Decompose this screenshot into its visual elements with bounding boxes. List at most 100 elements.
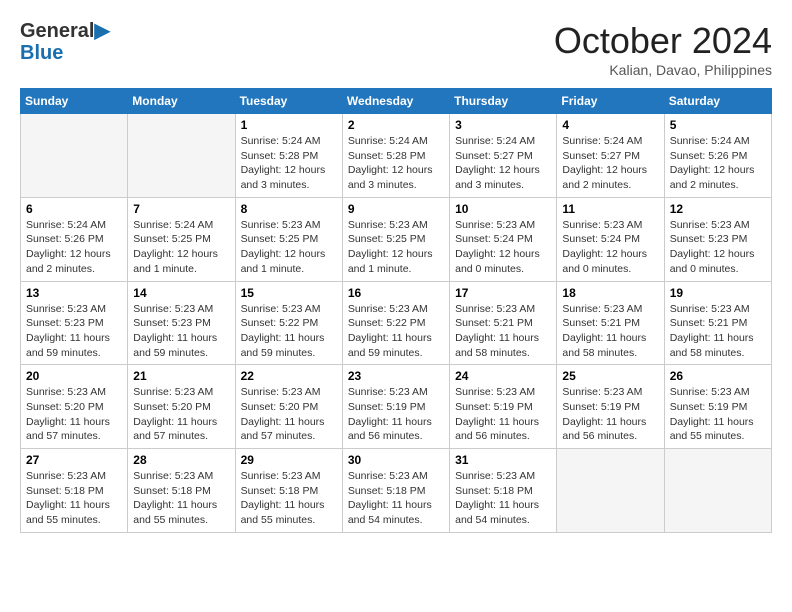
day-number: 21 [133, 369, 229, 383]
cell-info: Sunrise: 5:23 AM Sunset: 5:18 PM Dayligh… [26, 469, 122, 528]
day-number: 30 [348, 453, 444, 467]
cell-info: Sunrise: 5:23 AM Sunset: 5:18 PM Dayligh… [241, 469, 337, 528]
calendar-cell: 13Sunrise: 5:23 AM Sunset: 5:23 PM Dayli… [21, 281, 128, 365]
cell-info: Sunrise: 5:23 AM Sunset: 5:25 PM Dayligh… [348, 218, 444, 277]
day-number: 14 [133, 286, 229, 300]
calendar-cell [21, 114, 128, 198]
cell-info: Sunrise: 5:23 AM Sunset: 5:19 PM Dayligh… [670, 385, 766, 444]
calendar-cell: 23 Sunrise: 5:23 AM Sunset: 5:19 PM Dayli… [342, 365, 449, 449]
weekday-saturday: Saturday [664, 89, 771, 114]
calendar-cell: 3 Sunrise: 5:24 AM Sunset: 5:27 PM Daylig… [450, 114, 557, 198]
calendar-cell: 17Sunrise: 5:23 AM Sunset: 5:21 PM Dayli… [450, 281, 557, 365]
cell-info: Sunrise: 5:23 AM Sunset: 5:21 PM Dayligh… [455, 302, 551, 361]
cell-info: Sunrise: 5:23 AM Sunset: 5:23 PM Dayligh… [133, 302, 229, 361]
day-number: 28 [133, 453, 229, 467]
day-number: 26 [670, 369, 766, 383]
cell-info: Sunrise: 5:23 AM Sunset: 5:19 PM Dayligh… [562, 385, 658, 444]
calendar-cell: 18 Sunrise: 5:23 AM Sunset: 5:21 PM Dayli… [557, 281, 664, 365]
calendar-cell [557, 449, 664, 533]
day-number: 2 [348, 118, 444, 132]
day-number: 5 [670, 118, 766, 132]
day-number: 24 [455, 369, 551, 383]
day-number: 16 [348, 286, 444, 300]
calendar-cell: 7 Sunrise: 5:24 AM Sunset: 5:25 PM Daylig… [128, 197, 235, 281]
weekday-thursday: Thursday [450, 89, 557, 114]
weekday-tuesday: Tuesday [235, 89, 342, 114]
day-number: 9 [348, 202, 444, 216]
calendar-table: SundayMondayTuesdayWednesdayThursdayFrid… [20, 88, 772, 533]
calendar-cell: 5Sunrise: 5:24 AM Sunset: 5:26 PM Daylig… [664, 114, 771, 198]
calendar-cell: 31 Sunrise: 5:23 AM Sunset: 5:18 PM Dayli… [450, 449, 557, 533]
weekday-wednesday: Wednesday [342, 89, 449, 114]
day-number: 3 [455, 118, 551, 132]
cell-info: Sunrise: 5:24 AM Sunset: 5:25 PM Dayligh… [133, 218, 229, 277]
calendar-cell: 26 Sunrise: 5:23 AM Sunset: 5:19 PM Dayli… [664, 365, 771, 449]
calendar-cell [128, 114, 235, 198]
calendar-cell: 2 Sunrise: 5:24 AM Sunset: 5:28 PM Daylig… [342, 114, 449, 198]
logo-blue: Blue [20, 42, 110, 64]
calendar-cell: 15Sunrise: 5:23 AM Sunset: 5:22 PM Dayli… [235, 281, 342, 365]
calendar-cell: 16 Sunrise: 5:23 AM Sunset: 5:22 PM Dayli… [342, 281, 449, 365]
weekday-header-row: SundayMondayTuesdayWednesdayThursdayFrid… [21, 89, 772, 114]
week-row-2: 6 Sunrise: 5:24 AM Sunset: 5:26 PM Daylig… [21, 197, 772, 281]
calendar-cell: 11 Sunrise: 5:23 AM Sunset: 5:24 PM Dayli… [557, 197, 664, 281]
calendar-cell: 28 Sunrise: 5:23 AM Sunset: 5:18 PM Dayli… [128, 449, 235, 533]
cell-info: Sunrise: 5:23 AM Sunset: 5:19 PM Dayligh… [348, 385, 444, 444]
calendar-cell: 29 Sunrise: 5:23 AM Sunset: 5:18 PM Dayli… [235, 449, 342, 533]
cell-info: Sunrise: 5:23 AM Sunset: 5:24 PM Dayligh… [562, 218, 658, 277]
logo: General▶ Blue [20, 20, 110, 64]
calendar-cell: 21Sunrise: 5:23 AM Sunset: 5:20 PM Dayli… [128, 365, 235, 449]
calendar-cell: 4Sunrise: 5:24 AM Sunset: 5:27 PM Daylig… [557, 114, 664, 198]
day-number: 11 [562, 202, 658, 216]
day-number: 23 [348, 369, 444, 383]
day-number: 15 [241, 286, 337, 300]
cell-info: Sunrise: 5:23 AM Sunset: 5:22 PM Dayligh… [348, 302, 444, 361]
week-row-4: 20 Sunrise: 5:23 AM Sunset: 5:20 PM Dayli… [21, 365, 772, 449]
calendar-cell: 10Sunrise: 5:23 AM Sunset: 5:24 PM Dayli… [450, 197, 557, 281]
calendar-body: 1 Sunrise: 5:24 AM Sunset: 5:28 PM Daylig… [21, 114, 772, 533]
cell-info: Sunrise: 5:23 AM Sunset: 5:18 PM Dayligh… [133, 469, 229, 528]
month-title: October 2024 [554, 20, 772, 62]
cell-info: Sunrise: 5:23 AM Sunset: 5:18 PM Dayligh… [455, 469, 551, 528]
cell-info: Sunrise: 5:23 AM Sunset: 5:23 PM Dayligh… [670, 218, 766, 277]
week-row-3: 13Sunrise: 5:23 AM Sunset: 5:23 PM Dayli… [21, 281, 772, 365]
calendar-cell: 9 Sunrise: 5:23 AM Sunset: 5:25 PM Daylig… [342, 197, 449, 281]
day-number: 31 [455, 453, 551, 467]
day-number: 7 [133, 202, 229, 216]
calendar-cell: 24Sunrise: 5:23 AM Sunset: 5:19 PM Dayli… [450, 365, 557, 449]
cell-info: Sunrise: 5:23 AM Sunset: 5:20 PM Dayligh… [241, 385, 337, 444]
weekday-monday: Monday [128, 89, 235, 114]
calendar-cell: 12 Sunrise: 5:23 AM Sunset: 5:23 PM Dayli… [664, 197, 771, 281]
cell-info: Sunrise: 5:23 AM Sunset: 5:24 PM Dayligh… [455, 218, 551, 277]
day-number: 4 [562, 118, 658, 132]
calendar-cell: 25 Sunrise: 5:23 AM Sunset: 5:19 PM Dayli… [557, 365, 664, 449]
calendar-cell: 6 Sunrise: 5:24 AM Sunset: 5:26 PM Daylig… [21, 197, 128, 281]
cell-info: Sunrise: 5:23 AM Sunset: 5:21 PM Dayligh… [562, 302, 658, 361]
cell-info: Sunrise: 5:24 AM Sunset: 5:27 PM Dayligh… [455, 134, 551, 193]
calendar-cell: 20 Sunrise: 5:23 AM Sunset: 5:20 PM Dayli… [21, 365, 128, 449]
calendar-cell [664, 449, 771, 533]
cell-info: Sunrise: 5:24 AM Sunset: 5:26 PM Dayligh… [26, 218, 122, 277]
day-number: 18 [562, 286, 658, 300]
cell-info: Sunrise: 5:23 AM Sunset: 5:23 PM Dayligh… [26, 302, 122, 361]
location-subtitle: Kalian, Davao, Philippines [554, 62, 772, 78]
calendar-cell: 8Sunrise: 5:23 AM Sunset: 5:25 PM Daylig… [235, 197, 342, 281]
cell-info: Sunrise: 5:23 AM Sunset: 5:25 PM Dayligh… [241, 218, 337, 277]
calendar-cell: 27 Sunrise: 5:23 AM Sunset: 5:18 PM Dayli… [21, 449, 128, 533]
cell-info: Sunrise: 5:23 AM Sunset: 5:18 PM Dayligh… [348, 469, 444, 528]
day-number: 12 [670, 202, 766, 216]
day-number: 22 [241, 369, 337, 383]
day-number: 19 [670, 286, 766, 300]
cell-info: Sunrise: 5:23 AM Sunset: 5:20 PM Dayligh… [26, 385, 122, 444]
weekday-sunday: Sunday [21, 89, 128, 114]
day-number: 6 [26, 202, 122, 216]
day-number: 1 [241, 118, 337, 132]
calendar-cell: 19Sunrise: 5:23 AM Sunset: 5:21 PM Dayli… [664, 281, 771, 365]
day-number: 20 [26, 369, 122, 383]
day-number: 29 [241, 453, 337, 467]
title-area: October 2024 Kalian, Davao, Philippines [554, 20, 772, 78]
day-number: 25 [562, 369, 658, 383]
day-number: 27 [26, 453, 122, 467]
cell-info: Sunrise: 5:24 AM Sunset: 5:28 PM Dayligh… [348, 134, 444, 193]
header: General▶ Blue October 2024 Kalian, Davao… [20, 20, 772, 78]
